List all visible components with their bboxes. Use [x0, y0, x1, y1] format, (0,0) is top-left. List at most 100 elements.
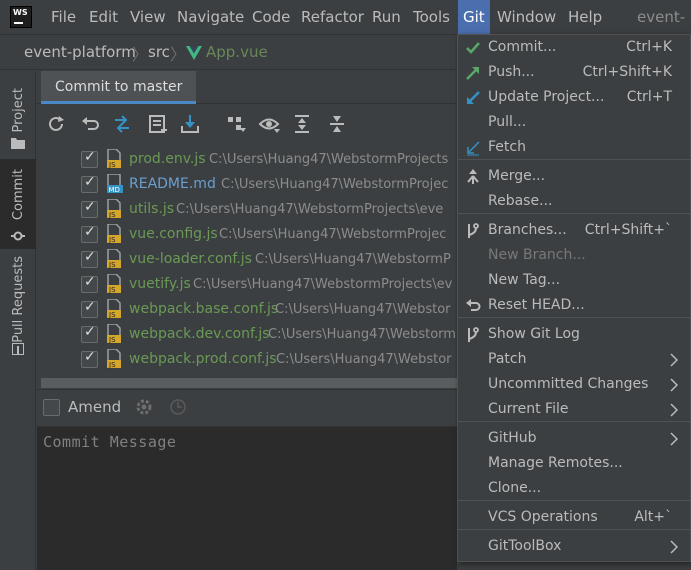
- file-checkbox[interactable]: [81, 149, 98, 168]
- file-row[interactable]: JS prod.env.jsC:\Users\Huang47\WebstormPr…: [37, 147, 457, 172]
- file-name: vue-loader.conf.js: [129, 251, 252, 267]
- git-menu-item-manage-remotes[interactable]: Manage Remotes...: [458, 452, 690, 477]
- eye-icon[interactable]: [258, 113, 280, 135]
- file-row[interactable]: JS vuetify.jsC:\Users\Huang47\WebstormPro…: [37, 272, 457, 297]
- menu-run[interactable]: Run: [370, 0, 403, 34]
- menu-item-label: New Branch...: [488, 247, 586, 263]
- menu-separator: [458, 500, 690, 501]
- file-row[interactable]: JS vue-loader.conf.jsC:\Users\Huang47\Web…: [37, 247, 457, 272]
- project-tool-tab[interactable]: Project: [0, 79, 36, 155]
- file-name: prod.env.js: [129, 151, 206, 167]
- breadcrumb-folder[interactable]: src: [148, 43, 170, 61]
- submenu-arrow-icon: [670, 403, 678, 417]
- clock-icon[interactable]: [169, 398, 187, 416]
- menu-separator: [458, 317, 690, 318]
- collapse-all-icon[interactable]: [326, 113, 348, 135]
- amend-checkbox[interactable]: [43, 399, 60, 416]
- file-checkbox[interactable]: [81, 199, 98, 218]
- git-menu-item-commit[interactable]: Commit... Ctrl+K: [458, 36, 690, 61]
- rollback-icon[interactable]: [79, 113, 101, 135]
- breadcrumb-project[interactable]: event-platform: [24, 43, 136, 61]
- file-row[interactable]: JS webpack.prod.conf.jsC:\Users\Huang47\W…: [37, 347, 457, 372]
- file-checkbox[interactable]: [81, 349, 98, 368]
- breadcrumb-file[interactable]: App.vue: [206, 43, 268, 61]
- logo-text: WS: [13, 8, 28, 17]
- file-name: vue.config.js: [129, 226, 218, 242]
- file-path: C:\Users\Huang47\WebstormProjects\eve: [176, 202, 444, 217]
- git-menu-item-vcs-operations[interactable]: VCS Operations Alt+`: [458, 506, 690, 531]
- javascript-file-icon: JS: [107, 249, 121, 269]
- git-menu-item-current-file[interactable]: Current File: [458, 398, 690, 423]
- file-row[interactable]: JS utils.jsC:\Users\Huang47\WebstormProje…: [37, 197, 457, 222]
- menu-help[interactable]: Help: [566, 0, 604, 34]
- pull-request-icon: [12, 343, 24, 355]
- menu-item-label: Push...: [488, 64, 535, 80]
- check-icon: [466, 42, 480, 54]
- svg-text:JS: JS: [108, 311, 116, 319]
- menu-navigate[interactable]: Navigate: [175, 0, 246, 34]
- file-row[interactable]: JS webpack.dev.conf.jsC:\Users\Huang47\We…: [37, 322, 457, 347]
- changelist-icon[interactable]: [147, 113, 169, 135]
- menu-item-label: Merge...: [488, 168, 546, 184]
- menu-window[interactable]: Window: [495, 0, 558, 34]
- menu-view[interactable]: View: [128, 0, 168, 34]
- file-checkbox[interactable]: [81, 299, 98, 318]
- git-menu-item-push[interactable]: Push... Ctrl+Shift+K: [458, 61, 690, 86]
- menu-tools[interactable]: Tools: [411, 0, 452, 34]
- gear-icon[interactable]: [135, 398, 153, 416]
- git-menu-item-new-tag[interactable]: New Tag...: [458, 269, 690, 294]
- menu-item-label: Fetch: [488, 139, 526, 155]
- file-row[interactable]: JS vue.config.jsC:\Users\Huang47\Webstorm…: [37, 222, 457, 247]
- git-menu-item-fetch[interactable]: Fetch: [458, 136, 690, 161]
- file-path: C:\Users\Huang47\WebstormProjec: [221, 177, 449, 192]
- menu-item-label: Patch: [488, 351, 527, 367]
- menu-code[interactable]: Code: [250, 0, 292, 34]
- horizontal-scrollbar[interactable]: [41, 378, 457, 388]
- file-row[interactable]: JS webpack.base.conf.jsC:\Users\Huang47\W…: [37, 297, 457, 322]
- file-checkbox[interactable]: [81, 324, 98, 343]
- commit-tool-tab[interactable]: Commit: [0, 159, 36, 249]
- git-menu-item-rebase[interactable]: Rebase...: [458, 190, 690, 215]
- file-name: webpack.dev.conf.js: [129, 326, 270, 342]
- submenu-arrow-icon: [670, 353, 678, 367]
- menu-refactor[interactable]: Refactor: [299, 0, 366, 34]
- file-checkbox[interactable]: [81, 174, 98, 193]
- commit-message-input[interactable]: [37, 427, 457, 570]
- expand-all-icon[interactable]: [291, 113, 313, 135]
- menu-item-label: New Tag...: [488, 272, 561, 288]
- show-diff-icon[interactable]: [111, 113, 133, 135]
- markdown-file-icon: MD: [107, 174, 123, 194]
- group-by-icon[interactable]: [225, 113, 247, 135]
- menu-item-label: Rebase...: [488, 193, 553, 209]
- menu-item-label: Update Project...: [488, 89, 605, 105]
- submenu-arrow-icon: [670, 432, 678, 446]
- javascript-file-icon: JS: [107, 349, 121, 369]
- git-menu-item-patch[interactable]: Patch: [458, 348, 690, 373]
- git-menu-item-uncommitted-changes[interactable]: Uncommitted Changes: [458, 373, 690, 398]
- git-menu-item-branches[interactable]: Branches... Ctrl+Shift+`: [458, 219, 690, 244]
- git-menu-item-clone[interactable]: Clone...: [458, 477, 690, 502]
- menu-edit[interactable]: Edit: [87, 0, 120, 34]
- file-checkbox[interactable]: [81, 224, 98, 243]
- git-menu-item-update-project[interactable]: Update Project... Ctrl+T: [458, 86, 690, 111]
- menu-git[interactable]: Git: [458, 0, 490, 34]
- refresh-icon[interactable]: [45, 113, 67, 135]
- git-menu-item-gittoolbox[interactable]: GitToolBox: [458, 535, 690, 560]
- git-menu-item-pull[interactable]: Pull...: [458, 111, 690, 136]
- commit-to-master-tab[interactable]: Commit to master: [41, 71, 197, 104]
- file-path: C:\Users\Huang47\WebstormProjects\ev: [193, 277, 453, 292]
- svg-text:JS: JS: [108, 211, 116, 219]
- submenu-arrow-icon: [670, 378, 678, 392]
- git-menu-item-merge[interactable]: Merge...: [458, 165, 690, 190]
- git-menu-item-show-git-log[interactable]: Show Git Log: [458, 323, 690, 348]
- menu-file[interactable]: File: [49, 0, 78, 34]
- menu-item-shortcut: Ctrl+K: [626, 39, 672, 55]
- menu-item-shortcut: Ctrl+T: [626, 89, 672, 105]
- pull-requests-tool-tab[interactable]: Pull Requests: [0, 256, 36, 357]
- shelve-icon[interactable]: [179, 113, 201, 135]
- file-checkbox[interactable]: [81, 249, 98, 268]
- git-menu-item-reset-head[interactable]: Reset HEAD...: [458, 294, 690, 319]
- git-menu-item-github[interactable]: GitHub: [458, 427, 690, 452]
- file-checkbox[interactable]: [81, 274, 98, 293]
- file-row[interactable]: MD README.md C:\Users\Huang47\WebstormProj…: [37, 172, 457, 197]
